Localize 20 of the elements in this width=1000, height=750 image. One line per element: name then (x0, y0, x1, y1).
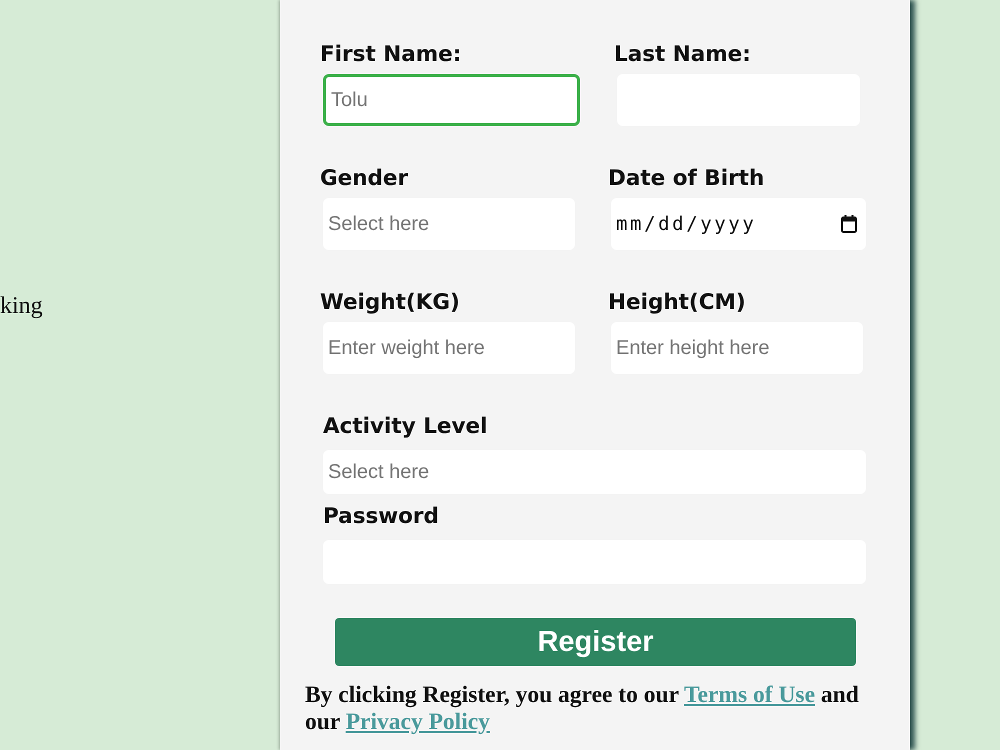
field-label: Weight(KG) (320, 290, 460, 316)
field-label: Height(CM) (608, 290, 746, 316)
field-label: Last Name: (614, 42, 751, 68)
date-field[interactable]: mm/dd/yyyy (611, 198, 866, 250)
text-field[interactable]: Select here (323, 198, 575, 250)
text-field[interactable]: Enter height here (611, 322, 863, 374)
text-field[interactable]: Select here (323, 450, 866, 494)
privacy-policy-link[interactable]: Privacy Policy (346, 709, 490, 735)
field-label: Password (323, 504, 439, 530)
text-field[interactable]: Enter weight here (323, 322, 575, 374)
field-label: Gender (320, 166, 408, 192)
calendar-icon[interactable] (841, 215, 857, 233)
field-label: Activity Level (323, 414, 488, 440)
text-field[interactable]: Tolu (323, 74, 580, 126)
terms-of-use-link[interactable]: Terms of Use (684, 682, 816, 708)
side-text: king (0, 293, 43, 319)
register-button[interactable]: Register (335, 618, 856, 666)
field-label: Date of Birth (608, 166, 764, 192)
field-label: First Name: (320, 42, 462, 68)
terms-text: By clicking Register, you agree to our Terms of Use and our Privacy Policy (305, 682, 860, 736)
